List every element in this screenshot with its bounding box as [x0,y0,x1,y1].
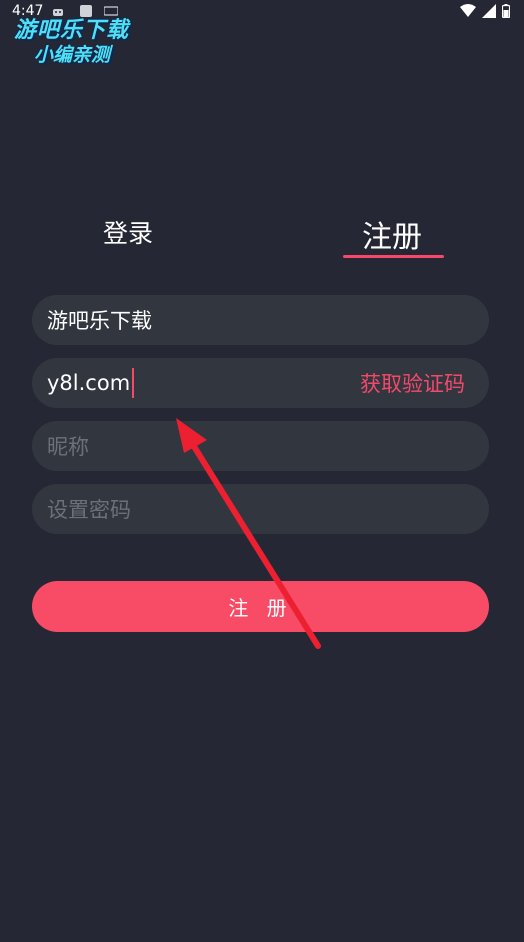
tab-register-indicator [343,255,444,258]
nickname-placeholder: 昵称 [47,435,89,459]
email-value: y8l.com [47,371,131,395]
text-caret [132,368,135,398]
password-field[interactable]: 设置密码 [32,484,489,534]
watermark-logo: 游吧乐下载 小编亲测 [8,8,148,66]
battery-icon [502,4,510,18]
password-placeholder: 设置密码 [47,498,131,522]
account-field[interactable]: 游吧乐下载 [32,295,489,345]
email-field[interactable]: y8l.com 获取验证码 [32,358,489,408]
tab-login[interactable]: 登录 [103,214,153,250]
status-icons [460,4,510,18]
watermark-line-2: 小编亲测 [34,44,111,66]
tab-register[interactable]: 注册 [362,212,422,256]
signal-icon [482,4,496,18]
get-code-button[interactable]: 获取验证码 [360,368,465,398]
annotation-arrow-icon [176,418,321,649]
register-button[interactable]: 注 册 [32,581,489,632]
nickname-field[interactable]: 昵称 [32,421,489,471]
wifi-icon [460,4,476,17]
account-value: 游吧乐下载 [47,309,152,333]
